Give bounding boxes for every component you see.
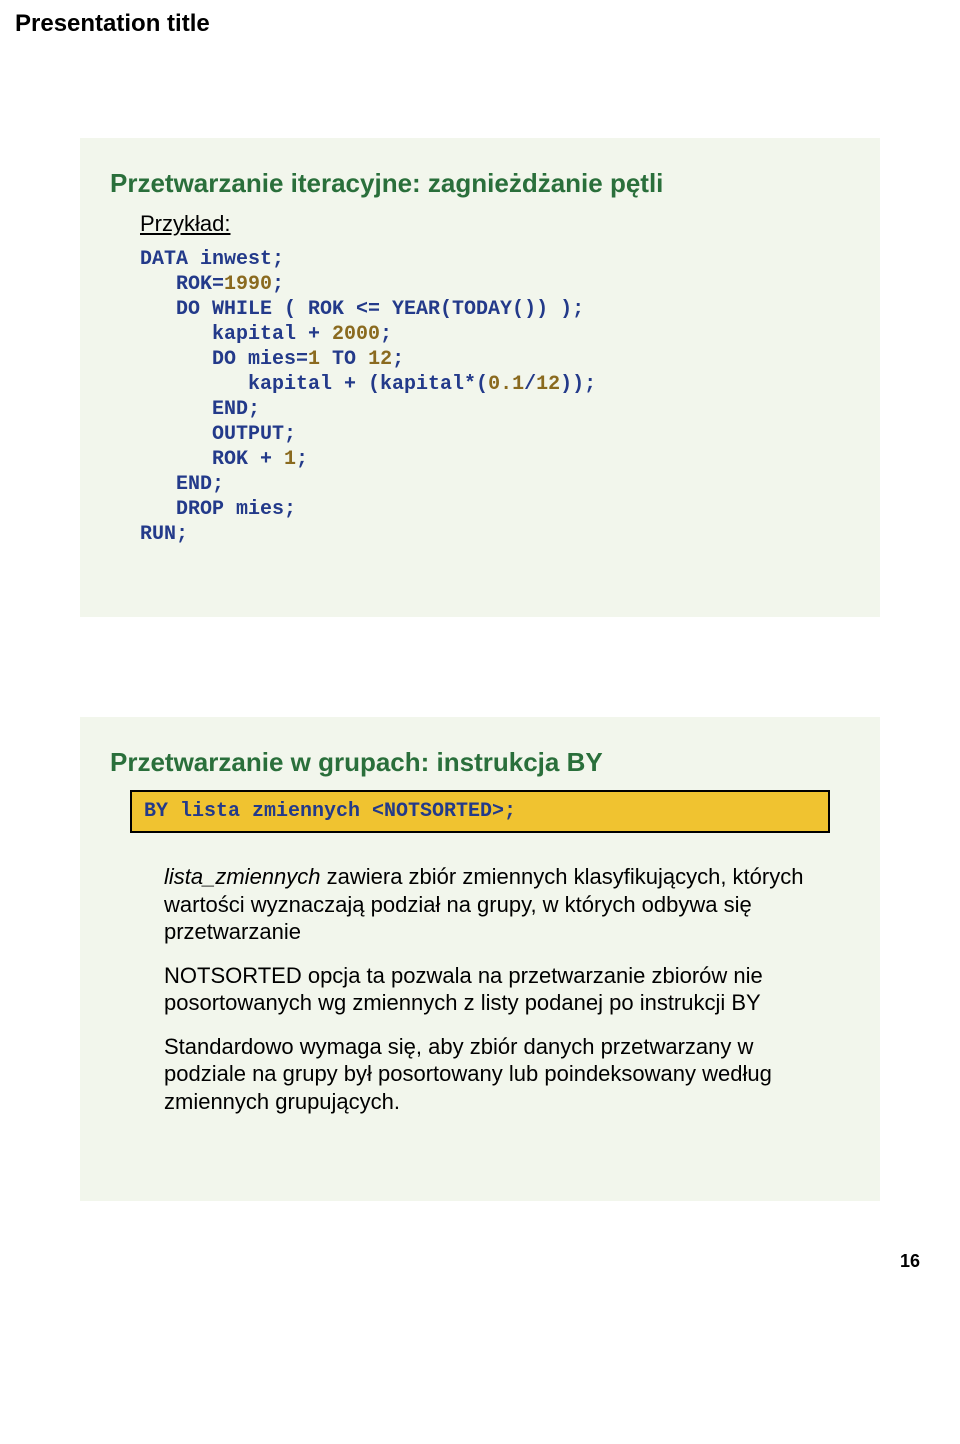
code-num: 0.1 [488, 373, 524, 396]
code-text: END; [140, 473, 224, 496]
paragraph-1: lista_zmiennych zawiera zbiór zmiennych … [164, 863, 820, 946]
code-text: ROK + [140, 448, 284, 471]
code-num: 1 [308, 348, 320, 371]
term-lista-zmiennych: lista_zmiennych [164, 864, 321, 889]
code-num: 12 [536, 373, 560, 396]
paragraph-2: NOTSORTED opcja ta pozwala na przetwarza… [164, 962, 820, 1017]
code-text: ROK= [140, 273, 224, 296]
page-number: 16 [0, 1241, 960, 1292]
code-num: 12 [368, 348, 392, 371]
code-text: kapital + (kapital*( [140, 373, 488, 396]
slide2-title: Przetwarzanie w grupach: instrukcja BY [110, 747, 850, 778]
code-text: RUN; [140, 523, 188, 546]
slide1-title: Przetwarzanie iteracyjne: zagnieżdżanie … [110, 168, 850, 199]
slide-2: Przetwarzanie w grupach: instrukcja BY B… [80, 717, 880, 1201]
code-text: DROP mies; [140, 498, 296, 521]
code-block: DATA inwest; ROK=1990; DO WHILE ( ROK <=… [110, 247, 850, 547]
code-text: DO mies= [140, 348, 308, 371]
code-text: OUTPUT; [140, 423, 296, 446]
code-text: END; [140, 398, 260, 421]
term-notsorted: NOTSORTED [164, 963, 302, 988]
code-text: ; [380, 323, 392, 346]
code-text: DO WHILE ( ROK <= YEAR(TODAY()) ); [140, 298, 584, 321]
code-text: / [524, 373, 536, 396]
code-num: 1 [284, 448, 296, 471]
page-title: Presentation title [0, 0, 960, 38]
code-text: inwest; [188, 248, 284, 271]
code-text: kapital + [140, 323, 332, 346]
code-text: ; [296, 448, 308, 471]
code-text: )); [560, 373, 596, 396]
code-line: DATA [140, 248, 188, 271]
code-text: TO [320, 348, 368, 371]
paragraph-3: Standardowo wymaga się, aby zbiór danych… [164, 1033, 820, 1116]
by-syntax-box: BY lista zmiennych <NOTSORTED>; [130, 790, 830, 833]
code-num: 2000 [332, 323, 380, 346]
slide-1: Przetwarzanie iteracyjne: zagnieżdżanie … [80, 138, 880, 617]
code-text: ; [392, 348, 404, 371]
code-num: 1990 [224, 273, 272, 296]
slide2-body: lista_zmiennych zawiera zbiór zmiennych … [110, 863, 850, 1115]
code-text: ; [272, 273, 284, 296]
example-label: Przykład: [110, 211, 850, 237]
